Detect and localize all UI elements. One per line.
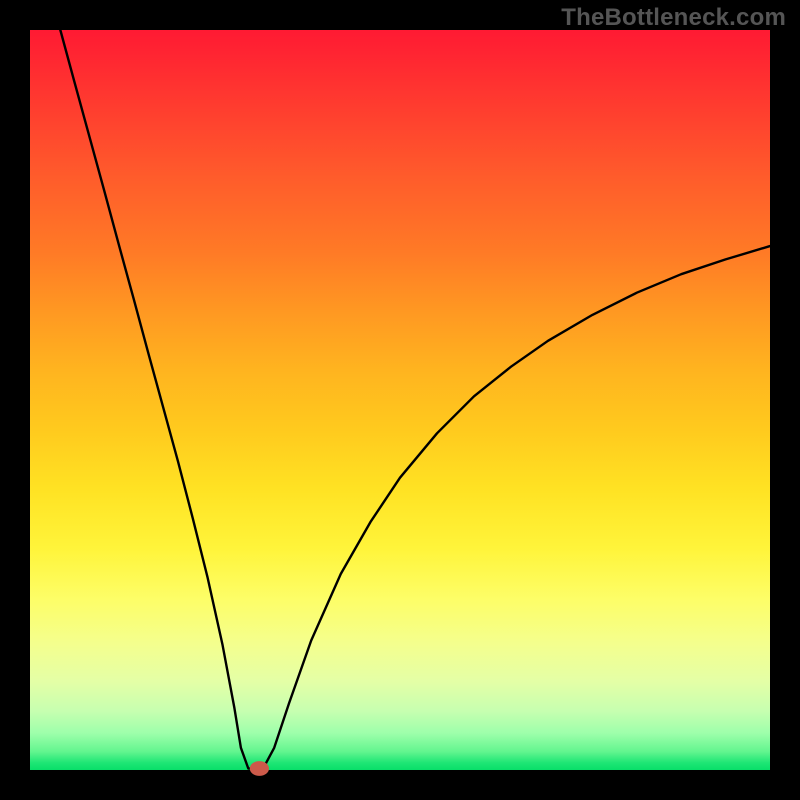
chart-frame: TheBottleneck.com	[0, 0, 800, 800]
minimum-marker	[250, 761, 269, 776]
curve-svg	[30, 30, 770, 770]
watermark-text: TheBottleneck.com	[561, 4, 786, 32]
plot-area	[30, 30, 770, 770]
bottleneck-curve	[60, 30, 770, 769]
